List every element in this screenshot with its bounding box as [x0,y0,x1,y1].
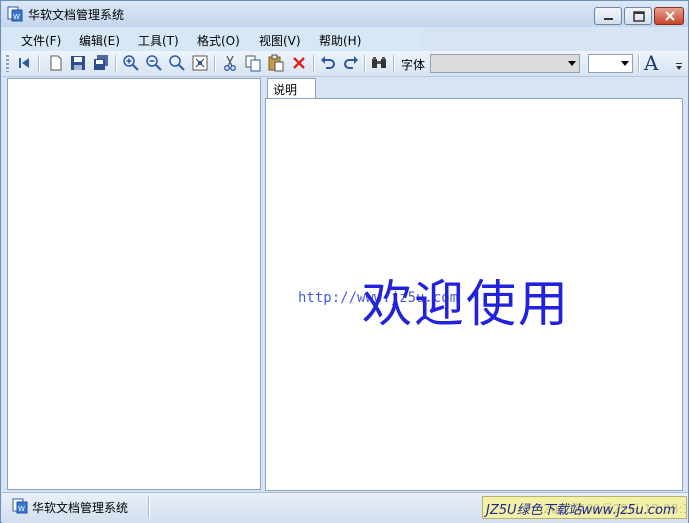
binoculars-button[interactable] [370,54,388,72]
save-icon [71,56,85,70]
menu-edit[interactable]: 编辑(E) [79,32,120,49]
welcome-text: 欢迎使用 [362,275,570,333]
redo-button[interactable] [342,54,360,72]
find-button[interactable] [168,54,186,72]
font-label: 字体 [401,58,426,72]
toolbar-grip[interactable] [6,55,9,72]
menu-tools[interactable]: 工具(T) [138,32,179,49]
status-time-panel: 2023年09月22日 13:08:33 JZ5U绿色下载站www.jz5u.c… [482,496,687,519]
toolbar-separator [313,55,315,72]
zoom-out-button[interactable] [145,54,163,72]
menu-view[interactable]: 视图(V) [259,32,301,49]
undo-button[interactable] [319,54,337,72]
chevron-down-icon [568,61,576,66]
document-content[interactable]: http://www.jz5u.com 欢迎使用 [265,98,683,491]
font-size-icon[interactable]: A [644,51,658,75]
delete-icon [293,57,305,69]
toolbar-overflow-icon[interactable] [676,63,682,71]
toolbar-separator [364,55,366,72]
font-family-select[interactable] [430,54,580,73]
save-all-button[interactable] [92,54,110,72]
svg-text:W: W [13,13,20,21]
fit-page-icon [192,55,208,71]
toolbar-separator [393,55,395,72]
paste-icon [268,54,284,72]
toolbar: 字体 A [2,51,688,77]
first-page-button[interactable] [15,54,33,72]
close-button[interactable] [654,7,684,25]
app-window: W 华软文档管理系统 文件(F) 编辑(E) 工具(T) 格式(O) 视图(V)… [0,0,689,523]
document-area: 说明 http://www.jz5u.com 欢迎使用 [265,78,683,491]
maximize-button[interactable] [624,7,652,25]
paste-button[interactable] [267,54,285,72]
menu-format[interactable]: 格式(O) [197,32,240,49]
status-separator [148,496,150,518]
window-title: 华软文档管理系统 [28,8,125,22]
minimize-icon [604,18,613,20]
menu-bar: 文件(F) 编辑(E) 工具(T) 格式(O) 视图(V) 帮助(H) [2,28,420,50]
tab-label: 说明 [273,83,298,97]
menu-file[interactable]: 文件(F) [21,32,61,49]
font-size-select[interactable] [588,54,633,73]
copy-button[interactable] [244,54,262,72]
close-icon [665,11,675,21]
toolbar-separator [638,55,640,72]
watermark-brand: JZ5U绿色下载站www.jz5u.com [486,503,676,518]
save-all-icon [94,55,108,70]
redo-icon [344,56,358,69]
new-document-button[interactable] [47,54,65,72]
minimize-button[interactable] [594,7,622,25]
chevron-down-icon [621,61,629,66]
document-tree-pane[interactable] [7,78,261,490]
new-document-icon [50,55,62,71]
first-page-icon [19,58,29,68]
fit-page-button[interactable] [191,54,209,72]
maximize-icon [633,11,645,22]
toolbar-separator [115,55,117,72]
delete-button[interactable] [290,54,308,72]
status-app-name: 华软文档管理系统 [32,501,129,515]
tab-description[interactable]: 说明 [267,78,316,99]
zoom-in-button[interactable] [122,54,140,72]
title-bar[interactable]: W 华软文档管理系统 [1,1,688,27]
toolbar-separator [38,55,40,72]
find-icon [169,55,185,71]
cut-button[interactable] [221,54,239,72]
app-icon: W [7,6,23,22]
zoom-in-icon [123,55,139,71]
toolbar-separator [214,55,216,72]
undo-icon [321,56,335,69]
status-bar: W 华软文档管理系统 2023年09月22日 13:08:33 JZ5U绿色下载… [2,492,688,523]
save-button[interactable] [69,54,87,72]
app-icon: W [12,498,28,514]
copy-icon [245,55,261,72]
cut-icon [224,55,236,71]
zoom-out-icon [146,55,162,71]
binoculars-icon [372,57,386,68]
menu-help[interactable]: 帮助(H) [319,32,361,49]
svg-text:W: W [18,505,25,513]
